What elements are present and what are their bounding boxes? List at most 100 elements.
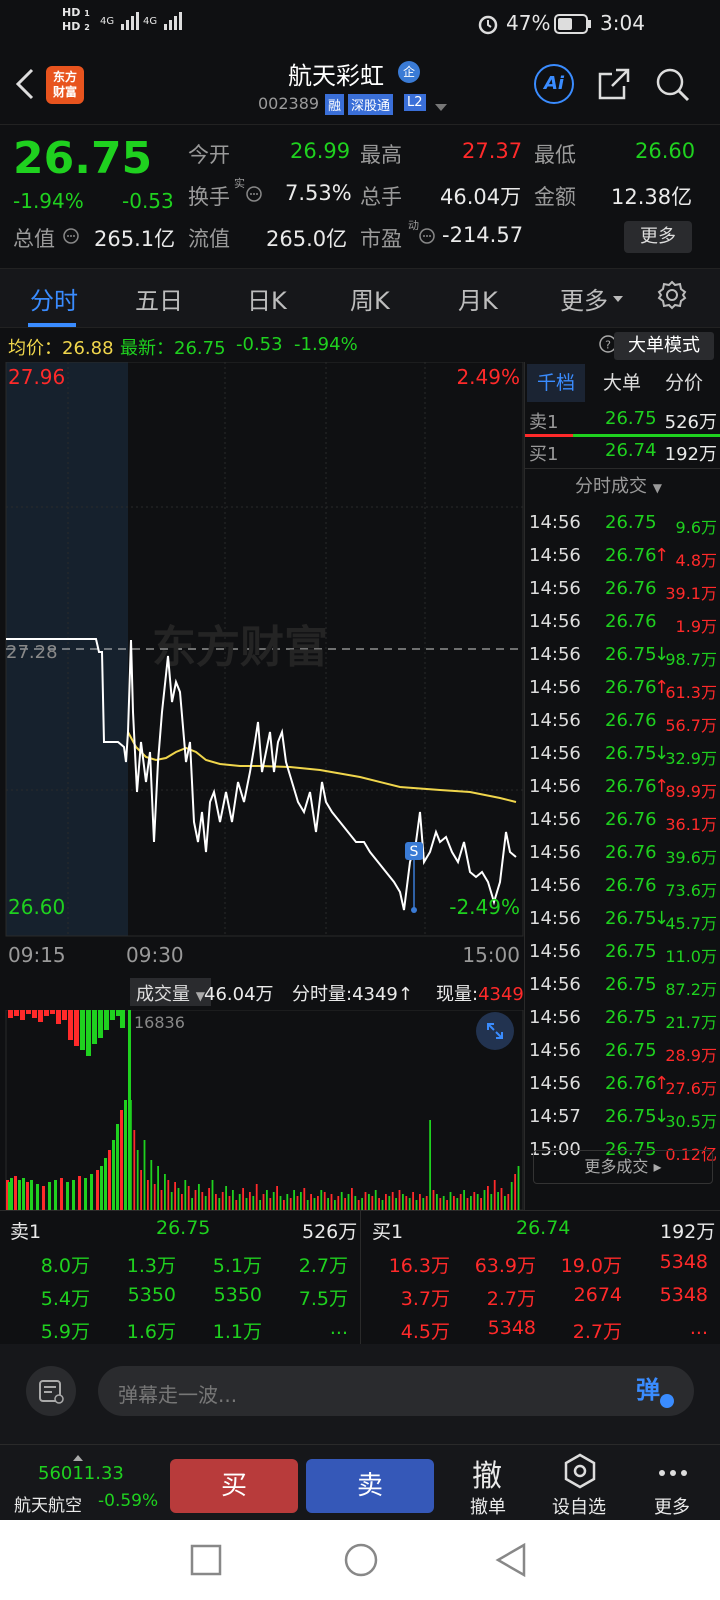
volume-bar (364, 1192, 367, 1210)
gear-icon[interactable] (656, 279, 688, 315)
more-dots-icon[interactable] (658, 1463, 688, 1482)
volume-bar (201, 1192, 204, 1210)
volume-total: 46.04万 (204, 984, 274, 1005)
tab-intraday[interactable]: 分时 (30, 281, 78, 316)
volume-bar (320, 1190, 323, 1210)
big-order-mode-button[interactable]: 大单模式 (614, 332, 714, 360)
index-name[interactable]: 航天航空 (14, 1491, 82, 1516)
order-panel: 千档 大单 分价 卖1 26.75 526万 买1 26.74 192万 分时成… (524, 362, 720, 1210)
depth-cell: 5350 (127, 1284, 176, 1306)
info-icon[interactable] (245, 185, 263, 207)
volume-selector[interactable]: 成交量 ▼ (130, 978, 211, 1006)
stock-header: 东方财富 航天彩虹 企 002389 融 深股通 L2 Ai (0, 48, 720, 124)
pe-label: 市盈 (360, 227, 402, 251)
tab-price-dist[interactable]: 分价 (653, 364, 715, 402)
trade-price: 26.76 (605, 710, 657, 731)
home-icon[interactable] (343, 1542, 379, 1582)
volume-bar (408, 1198, 411, 1210)
tab-daily[interactable]: 日K (247, 281, 287, 316)
volume-bar (470, 1196, 472, 1210)
danmu-toggle-button[interactable]: 弹 (636, 1370, 660, 1405)
share-icon[interactable] (596, 66, 632, 106)
trade-price: 26.75 (605, 1040, 657, 1061)
volume-bar (453, 1196, 455, 1210)
alarm-icon (476, 12, 500, 41)
tab-level-book[interactable]: 千档 (527, 364, 585, 402)
trade-volume: 9.6万 (675, 518, 717, 537)
volume-bar (191, 1198, 193, 1210)
tab-weekly[interactable]: 周K (350, 281, 390, 316)
volume-bar (100, 1166, 103, 1210)
danmu-settings-icon[interactable] (26, 1366, 76, 1416)
last-price: 26.75 (13, 133, 153, 184)
latest-pct: -1.94% (294, 334, 358, 355)
volume-bar (235, 1200, 238, 1210)
volume-bar (116, 1124, 119, 1210)
index-pct: -0.59% (98, 1491, 159, 1511)
trade-row: 14:56 26.75 21.7万 (529, 1003, 717, 1033)
trade-price: 26.76 (605, 611, 657, 632)
app-logo[interactable]: 东方财富 (46, 66, 84, 104)
info-icon[interactable] (418, 227, 436, 249)
volume-panel[interactable]: 成交量 ▼ 46.04万 分时量:4349↑ 现量:4349 16836 (0, 974, 524, 1210)
trade-time: 14:56 (529, 743, 581, 764)
volume-bar (514, 1174, 516, 1210)
expand-icon[interactable] (476, 1012, 514, 1050)
add-watchlist-button[interactable]: 设自选 (552, 1493, 606, 1519)
volume-bar (104, 1158, 107, 1210)
volume-bar (120, 1110, 123, 1210)
search-icon[interactable] (654, 66, 692, 108)
volume-bar (140, 1170, 142, 1210)
volume-bar (74, 1010, 79, 1046)
back-icon[interactable] (12, 66, 38, 106)
sell1-row: 卖1 26.75 526万 (529, 408, 717, 433)
hexagon-icon[interactable] (563, 1453, 597, 1493)
depth-cell: 16.3万 (388, 1255, 450, 1277)
depth-sell-price: 26.75 (156, 1217, 211, 1239)
ai-button[interactable]: Ai (534, 64, 574, 104)
trade-row: 14:56 26.76 ↑ 4.8万 (529, 541, 717, 571)
buy-button[interactable]: 买 (170, 1459, 298, 1513)
trade-price: 26.76 (605, 875, 657, 896)
tab-more[interactable]: 更多 (560, 281, 608, 316)
more-menu-button[interactable]: 更多 (654, 1493, 690, 1519)
x-label-open: 09:15 (8, 943, 66, 967)
trades-title[interactable]: 分时成交 ▼ (575, 472, 662, 498)
volume-bar (78, 1176, 81, 1210)
cancel-icon[interactable]: 撤 (472, 1451, 502, 1495)
trade-row: 14:56 26.76 36.1万 (529, 805, 717, 835)
volume-bar (456, 1198, 459, 1210)
latest-change: -0.53 (236, 334, 283, 355)
danmu-input[interactable]: 弹幕走一波... (98, 1366, 694, 1416)
trade-volume: 39.1万 (665, 584, 717, 603)
chevron-down-icon[interactable] (434, 98, 448, 117)
volume-bar (412, 1192, 414, 1210)
cancel-order-button[interactable]: 撤单 (470, 1493, 506, 1519)
trade-row: 14:57 26.75 ↓ 30.5万 (529, 1102, 717, 1132)
tab-big-orders[interactable]: 大单 (593, 364, 651, 402)
volume-bar (279, 1196, 282, 1210)
intraday-chart[interactable]: 东方财富 27.28 S 27.96 26.60 2.49% -2.49% 09… (0, 361, 524, 974)
index-value[interactable]: 56011.33 (38, 1463, 124, 1484)
depth-cell: 3.7万 (400, 1288, 450, 1310)
tab-5day[interactable]: 五日 (135, 281, 183, 316)
watermark: 东方财富 (152, 622, 328, 673)
x-label-close: 15:00 (462, 943, 520, 967)
trade-price: 26.75 (605, 1106, 657, 1127)
info-icon[interactable] (62, 227, 80, 249)
volume-bar (439, 1198, 442, 1210)
system-nav-bar (0, 1520, 720, 1600)
sell-button[interactable]: 卖 (306, 1459, 434, 1513)
depth-cell: 4.5万 (400, 1321, 450, 1343)
back-nav-icon[interactable] (494, 1542, 528, 1582)
volume-bar (228, 1196, 231, 1210)
recent-apps-icon[interactable] (190, 1544, 222, 1580)
intraday-chart-svg: 东方财富 27.28 S 27.96 26.60 2.49% -2.49% 09… (5, 361, 524, 967)
volume-bar (108, 1150, 111, 1210)
more-trades-button[interactable]: 更多成交 ▸ (533, 1150, 713, 1184)
depth-cell: 5348 (659, 1251, 708, 1273)
tab-monthly[interactable]: 月K (458, 281, 498, 316)
volume-bar (385, 1194, 387, 1210)
more-button[interactable]: 更多 (624, 221, 692, 253)
trade-row: 14:56 26.76 39.1万 (529, 574, 717, 604)
